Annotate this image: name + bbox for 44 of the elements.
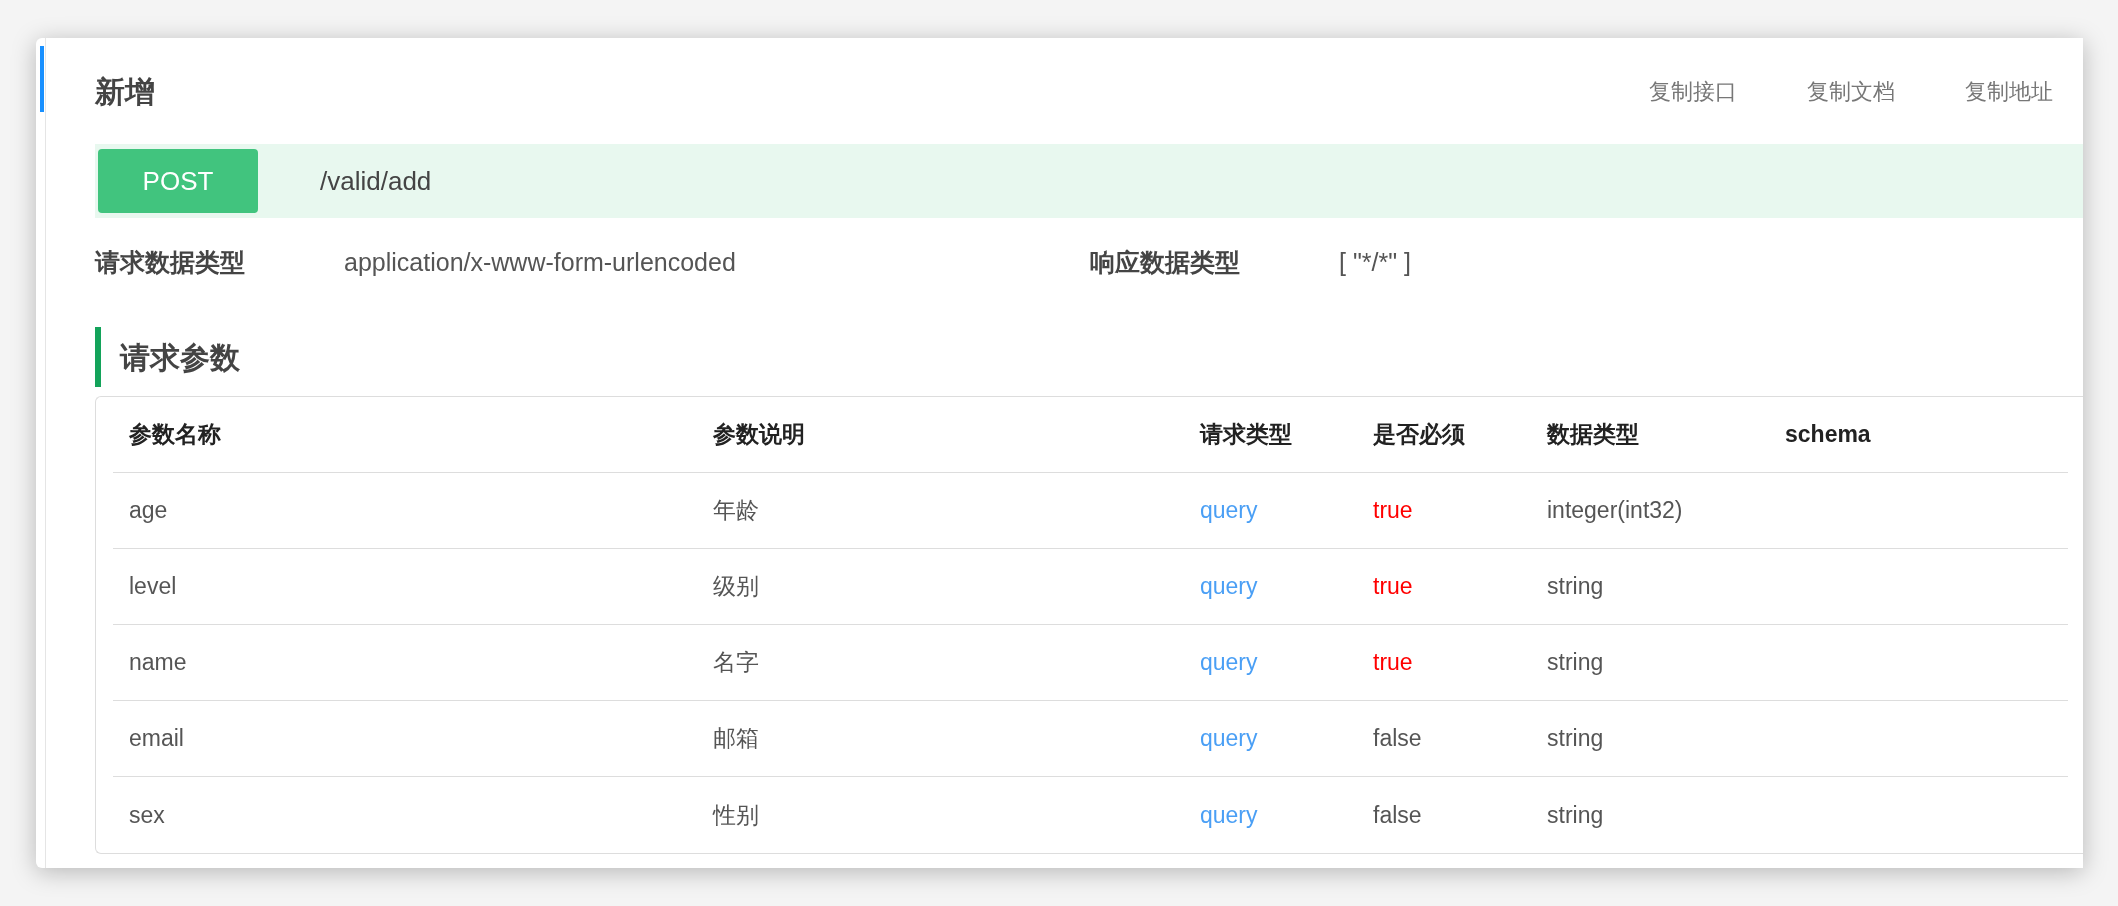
meta-value: [ "*/*" ] — [1339, 247, 1411, 279]
table-cell-text: true — [1372, 572, 1414, 602]
accent-bar — [40, 46, 44, 112]
section-marker — [95, 327, 101, 387]
table-cell-text: level — [128, 572, 178, 602]
column-header: 请求类型 — [1198, 420, 1293, 450]
method-badge: POST — [98, 149, 258, 213]
table-cell-text: string — [1546, 572, 1605, 602]
copy-link[interactable]: 复制接口 — [1649, 74, 1737, 108]
table-cell-text: integer(int32) — [1546, 496, 1684, 526]
copy-link[interactable]: 复制地址 — [1965, 74, 2053, 108]
page-title: 新增 — [95, 73, 155, 110]
section-title: 请求参数 — [120, 339, 240, 376]
table-cell-text: true — [1372, 648, 1414, 678]
table-cell-text: 级别 — [712, 572, 760, 602]
meta-label: 请求数据类型 — [95, 247, 246, 279]
copy-link[interactable]: 复制文档 — [1807, 74, 1895, 108]
table-cell-text: query — [1199, 572, 1259, 602]
column-header: 参数名称 — [128, 420, 222, 450]
table-cell-text: email — [128, 724, 185, 754]
column-header: 数据类型 — [1545, 420, 1640, 450]
table-cell-text: query — [1199, 724, 1259, 754]
table-cell-text: true — [1372, 496, 1414, 526]
table-cell-text: query — [1199, 648, 1259, 678]
table-cell-text: string — [1546, 800, 1605, 830]
table-cell-text: false — [1372, 800, 1423, 830]
table-cell-text: name — [128, 648, 188, 678]
table-cell-text: string — [1546, 724, 1605, 754]
column-header: 是否必须 — [1372, 420, 1466, 450]
meta-label: 响应数据类型 — [1090, 247, 1241, 279]
table-cell-text: 年龄 — [712, 496, 760, 526]
table-cell-text: sex — [128, 800, 166, 830]
column-header: 参数说明 — [712, 420, 806, 450]
table-cell-text: query — [1199, 800, 1259, 830]
table-cell-text: string — [1546, 648, 1605, 678]
table-cell-text: 邮箱 — [712, 724, 760, 754]
table-cell-text: age — [128, 496, 169, 526]
meta-value: application/x-www-form-urlencoded — [344, 247, 736, 279]
endpoint-path: /valid/add — [320, 164, 432, 198]
table-cell-text: 性别 — [711, 800, 760, 830]
table-cell-text: 名字 — [712, 648, 760, 678]
table-cell-text: false — [1372, 724, 1423, 754]
column-header: schema — [1784, 420, 1872, 450]
table-cell-text: query — [1199, 496, 1259, 526]
